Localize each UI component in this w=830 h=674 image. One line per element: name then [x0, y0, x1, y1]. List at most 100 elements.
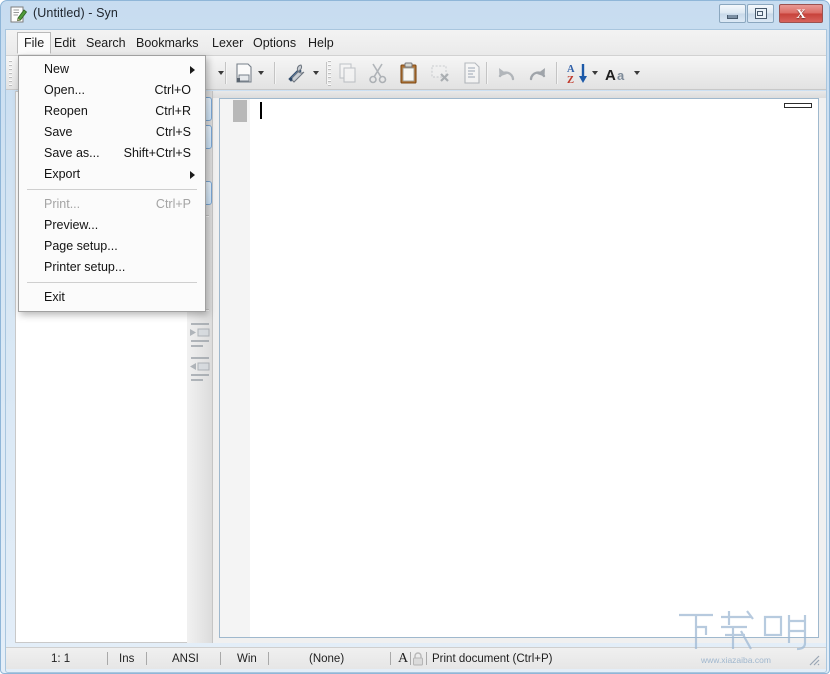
status-encoding[interactable]: ANSI [172, 651, 199, 667]
svg-text:A: A [567, 64, 575, 75]
toolbar-grip-left[interactable] [8, 60, 13, 86]
menu-option-page-setup[interactable]: Page setup... [19, 236, 205, 257]
menu-option-open[interactable]: Open... Ctrl+O [19, 80, 205, 101]
submenu-arrow-icon [190, 66, 195, 74]
menu-option-label: New [44, 62, 69, 76]
menu-option-shortcut: Shift+Ctrl+S [124, 143, 191, 164]
menu-item-lexer[interactable]: Lexer [206, 32, 249, 54]
status-line-endings[interactable]: Win [237, 651, 257, 667]
close-button[interactable]: X [779, 4, 823, 23]
minimize-button[interactable] [719, 4, 746, 23]
toolbar-separator [274, 62, 276, 84]
paste-button[interactable] [397, 61, 421, 85]
toolbar-separator [326, 62, 328, 84]
menu-option-label: Print... [44, 197, 80, 211]
submenu-arrow-icon [190, 171, 195, 179]
toolbar-separator [556, 62, 558, 84]
menu-option-label: Page setup... [44, 239, 118, 253]
minimize-icon [727, 15, 738, 19]
copy-button[interactable] [336, 61, 360, 85]
new-file-dropdown-arrow[interactable] [218, 71, 224, 75]
menu-bar: File Edit Search Bookmarks Lexer Options… [6, 30, 826, 56]
status-lexer[interactable]: (None) [309, 651, 344, 667]
status-divider [220, 652, 221, 665]
menu-option-label: Save as... [44, 146, 100, 160]
menu-item-help[interactable]: Help [302, 32, 340, 54]
menu-option-save[interactable]: Save Ctrl+S [19, 122, 205, 143]
tools-dropdown-arrow[interactable] [313, 71, 319, 75]
ltb-outdent-button[interactable] [188, 353, 212, 383]
indent-right-icon [188, 319, 212, 349]
gutter-marker [233, 100, 247, 122]
indent-left-icon [188, 353, 212, 383]
editor-gutter [220, 99, 250, 637]
status-font-indicator[interactable]: A [398, 651, 408, 667]
menu-option-preview[interactable]: Preview... [19, 215, 205, 236]
svg-text:Z: Z [567, 75, 574, 85]
menu-item-search[interactable]: Search [80, 32, 132, 54]
fold-indicator[interactable] [784, 103, 812, 108]
svg-text:a: a [617, 68, 625, 83]
menu-option-exit[interactable]: Exit [19, 287, 205, 308]
menu-option-shortcut: Ctrl+S [156, 122, 191, 143]
menu-option-export[interactable]: Export [19, 164, 205, 185]
svg-text:A: A [605, 67, 616, 84]
status-divider [426, 652, 427, 665]
status-divider [146, 652, 147, 665]
menu-option-label: Reopen [44, 104, 88, 118]
title-bar: (Untitled) - Syn X [1, 1, 830, 29]
delete-button[interactable] [429, 61, 453, 85]
application-window: (Untitled) - Syn X File Edit Search Book… [0, 0, 830, 674]
menu-option-label: Exit [44, 290, 65, 304]
sort-dropdown-arrow[interactable] [592, 71, 598, 75]
menu-option-new[interactable]: New [19, 59, 205, 80]
menu-option-label: Open... [44, 83, 85, 97]
save-dropdown-arrow[interactable] [258, 71, 264, 75]
app-icon [10, 6, 27, 23]
status-divider [268, 652, 269, 665]
resize-grip-icon[interactable] [807, 653, 821, 667]
toolbar-separator [225, 62, 227, 84]
maximize-icon [755, 8, 767, 19]
status-divider [390, 652, 391, 665]
cut-button[interactable] [366, 61, 390, 85]
menu-item-bookmarks[interactable]: Bookmarks [130, 32, 205, 54]
redo-button[interactable] [525, 61, 549, 85]
case-dropdown-arrow[interactable] [634, 71, 640, 75]
case-button[interactable]: A a [604, 61, 634, 85]
menu-item-file[interactable]: File [17, 32, 51, 54]
status-caret-position: 1: 1 [51, 651, 70, 667]
menu-option-label: Preview... [44, 218, 98, 232]
menu-item-options[interactable]: Options [247, 32, 302, 54]
undo-button[interactable] [495, 61, 519, 85]
menu-item-edit[interactable]: Edit [48, 32, 82, 54]
menu-option-print: Print... Ctrl+P [19, 194, 205, 215]
status-divider [410, 652, 411, 665]
menu-separator [27, 282, 197, 283]
text-editor[interactable] [219, 98, 819, 638]
maximize-button[interactable] [747, 4, 774, 23]
ltb-indent-button[interactable] [188, 319, 212, 349]
menu-separator [27, 189, 197, 190]
text-caret [260, 102, 262, 119]
status-insert-mode[interactable]: Ins [119, 651, 134, 667]
menu-option-shortcut: Ctrl+O [155, 80, 191, 101]
window-title: (Untitled) - Syn [33, 6, 118, 20]
menu-option-save-as[interactable]: Save as... Shift+Ctrl+S [19, 143, 205, 164]
tools-button[interactable] [285, 61, 309, 85]
menu-option-label: Save [44, 125, 73, 139]
menu-option-label: Printer setup... [44, 260, 125, 274]
menu-option-shortcut: Ctrl+P [156, 194, 191, 215]
toolbar-separator [486, 62, 488, 84]
status-bar: 1: 1 Ins ANSI Win (None) A Print documen… [6, 647, 826, 669]
menu-option-printer-setup[interactable]: Printer setup... [19, 257, 205, 278]
select-all-button[interactable] [460, 61, 484, 85]
editor-tab-strip [213, 91, 826, 98]
editor-container [213, 91, 826, 643]
status-divider [107, 652, 108, 665]
save-button[interactable] [232, 61, 256, 85]
sort-button[interactable]: A Z [566, 61, 590, 85]
menu-option-reopen[interactable]: Reopen Ctrl+R [19, 101, 205, 122]
lock-icon[interactable] [412, 652, 424, 666]
close-icon: X [796, 7, 805, 20]
